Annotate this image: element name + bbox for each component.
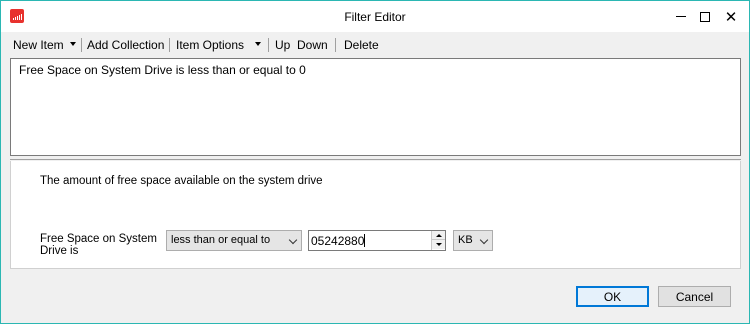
unit-value: KB xyxy=(458,234,473,246)
delete-button[interactable]: Delete xyxy=(344,38,379,52)
value-spin-input[interactable]: 05242880 xyxy=(308,230,446,251)
item-options-button[interactable]: Item Options xyxy=(176,38,244,52)
new-item-dropdown-icon[interactable] xyxy=(70,42,76,46)
toolbar-separator xyxy=(335,38,336,52)
toolbar: New Item Add Collection Item Options Up … xyxy=(1,34,749,56)
cancel-button[interactable]: Cancel xyxy=(658,286,731,307)
chevron-down-icon xyxy=(479,235,489,245)
title-bar: Filter Editor ✕ xyxy=(1,1,749,32)
close-icon: ✕ xyxy=(724,8,738,26)
maximize-icon xyxy=(700,11,710,22)
spin-down-button[interactable] xyxy=(432,240,445,249)
add-collection-button[interactable]: Add Collection xyxy=(87,38,164,52)
spin-up-button[interactable] xyxy=(432,231,445,240)
down-button[interactable]: Down xyxy=(297,38,328,52)
close-button[interactable]: ✕ xyxy=(715,1,747,32)
item-options-dropdown-icon[interactable] xyxy=(255,42,261,46)
operator-value: less than or equal to xyxy=(171,234,271,246)
filter-expression-item[interactable]: Free Space on System Drive is less than … xyxy=(19,63,306,77)
filter-detail-panel: The amount of free space available on th… xyxy=(10,161,741,269)
new-item-button[interactable]: New Item xyxy=(13,38,64,52)
field-label: Free Space on System Drive is xyxy=(40,233,157,257)
toolbar-separator xyxy=(81,38,82,52)
panel-splitter[interactable] xyxy=(10,159,741,160)
filter-editor-window: Filter Editor ✕ New Item Add Collection … xyxy=(0,0,750,324)
toolbar-separator xyxy=(169,38,170,52)
arrow-down-icon xyxy=(435,243,442,246)
window-title: Filter Editor xyxy=(344,10,406,24)
ok-button[interactable]: OK xyxy=(576,286,649,307)
toolbar-separator xyxy=(268,38,269,52)
up-button[interactable]: Up xyxy=(275,38,290,52)
filter-expression-list[interactable]: Free Space on System Drive is less than … xyxy=(10,58,741,156)
arrow-up-icon xyxy=(435,233,442,237)
spin-buttons xyxy=(431,231,445,250)
unit-select[interactable]: KB xyxy=(453,230,493,251)
value-text: 05242880 xyxy=(311,234,365,248)
operator-select[interactable]: less than or equal to xyxy=(166,230,302,251)
minimize-icon xyxy=(676,16,686,17)
chevron-down-icon xyxy=(288,235,298,245)
field-description: The amount of free space available on th… xyxy=(40,175,323,187)
text-caret xyxy=(364,234,366,247)
